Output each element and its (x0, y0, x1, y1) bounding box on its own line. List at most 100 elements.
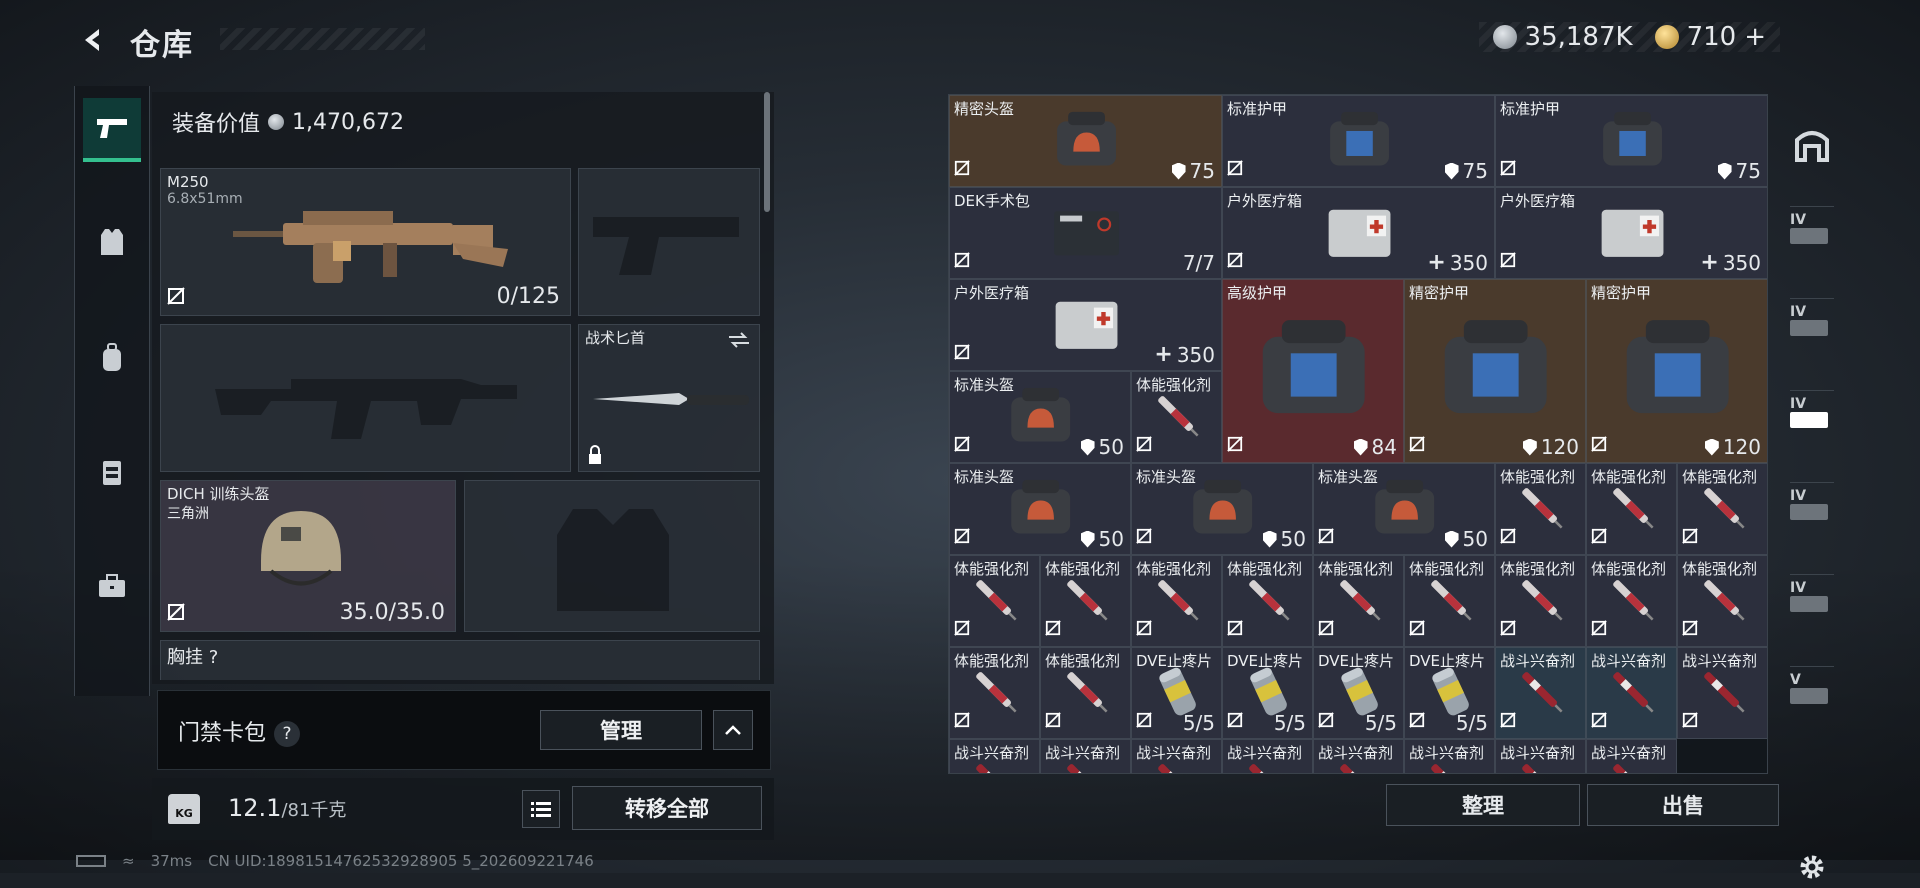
inventory-item[interactable]: 标准头盔 50 (949, 371, 1131, 463)
item-name: DVE止疼片 (1318, 652, 1395, 670)
title-decoration (220, 28, 425, 50)
item-value: 75 (1462, 159, 1488, 183)
pistol-slot[interactable] (578, 168, 760, 316)
inventory-item[interactable]: 战斗兴奋剂 (1040, 739, 1131, 773)
tab-weapons[interactable] (83, 98, 141, 162)
inventory-item[interactable]: 标准护甲 75 (1495, 95, 1767, 187)
inventory-item[interactable]: 体能强化剂 (1495, 555, 1586, 647)
no-insure-icon (1318, 620, 1334, 640)
inventory-item[interactable]: 精密头盔 75 (949, 95, 1222, 187)
melee-slot[interactable]: 战术匕首 (578, 324, 760, 472)
inventory-item[interactable]: 体能强化剂 (1677, 463, 1767, 555)
item-name: 战斗兴奋剂 (1500, 652, 1576, 670)
inventory-item[interactable]: DVE止疼片 5/5 (1404, 647, 1495, 739)
item-stat: 7/7 (1183, 251, 1215, 275)
chest-rig-icon (103, 461, 121, 485)
currency-gold[interactable]: 710 + (1654, 22, 1766, 52)
item-stat: 75 (1444, 159, 1488, 183)
tab-rig[interactable] (83, 440, 141, 504)
inventory-item[interactable]: 体能强化剂 (1131, 371, 1222, 463)
organize-button[interactable]: 整理 (1386, 784, 1580, 826)
inventory-item[interactable]: 体能强化剂 (1222, 555, 1313, 647)
inventory-item[interactable]: 体能强化剂 (1313, 555, 1404, 647)
helmet-slot[interactable]: DICH 训练头盔 三角洲 35.0/35.0 (160, 480, 456, 632)
stash-page-tab[interactable]: IV (1790, 206, 1834, 248)
inventory-item[interactable]: DVE止疼片 5/5 (1222, 647, 1313, 739)
item-value: 50 (1098, 435, 1124, 459)
inventory-item[interactable]: 体能强化剂 (1586, 463, 1677, 555)
item-name: 户外医疗箱 (1227, 192, 1303, 210)
stash-page-tab[interactable]: IV (1790, 390, 1834, 432)
transfer-all-button[interactable]: 转移全部 (572, 786, 762, 830)
swap-icon[interactable] (727, 331, 751, 349)
primary-weapon-slot[interactable]: M250 6.8x51mm 0/125 (160, 168, 571, 316)
inventory-item[interactable]: DVE止疼片 5/5 (1131, 647, 1222, 739)
tab-armor[interactable] (83, 210, 141, 274)
inventory-item[interactable]: 高级护甲 84 (1222, 279, 1404, 463)
item-value: 350 (1722, 250, 1761, 275)
stash-case-icon (1790, 227, 1828, 244)
shield-icon (1717, 162, 1732, 180)
inventory-item[interactable]: 战斗兴奋剂 (1222, 739, 1313, 773)
tab-case[interactable] (83, 554, 141, 618)
inventory-item[interactable]: 体能强化剂 (1040, 555, 1131, 647)
inventory-item[interactable]: DEK手术包 7/7 (949, 187, 1222, 279)
inventory-item[interactable]: 体能强化剂 (1677, 555, 1767, 647)
inventory-item[interactable]: DVE止疼片 5/5 (1313, 647, 1404, 739)
inventory-item[interactable]: 战斗兴奋剂 (1313, 739, 1404, 773)
inventory-item[interactable]: 体能强化剂 (949, 555, 1040, 647)
inventory-item[interactable]: 精密护甲 120 (1404, 279, 1586, 463)
armor-image (1627, 319, 1729, 413)
collapse-button[interactable] (713, 710, 753, 750)
stash-home-icon[interactable] (1790, 124, 1834, 166)
item-name: 体能强化剂 (1500, 468, 1576, 486)
manage-button[interactable]: 管理 (540, 710, 702, 750)
access-card-label: 门禁卡包 (178, 721, 267, 746)
item-value: 50 (1462, 527, 1488, 551)
settings-gear-icon[interactable] (1790, 846, 1834, 888)
inventory-item[interactable]: 标准护甲 75 (1222, 95, 1495, 187)
inventory-item[interactable]: 标准头盔 50 (949, 463, 1131, 555)
inventory-item[interactable]: 体能强化剂 (1495, 463, 1586, 555)
inventory-item[interactable]: 战斗兴奋剂 (949, 739, 1040, 773)
item-stat: 120 (1522, 435, 1579, 459)
inventory-item[interactable]: 体能强化剂 (1040, 647, 1131, 739)
inventory-item[interactable]: 战斗兴奋剂 (1677, 647, 1767, 739)
inventory-item[interactable]: 户外医疗箱 +350 (949, 279, 1222, 371)
tab-backpack[interactable] (83, 326, 141, 390)
secondary-weapon-slot[interactable] (160, 324, 571, 472)
help-icon[interactable]: ? (274, 721, 301, 747)
shield-icon (1704, 438, 1719, 456)
inventory-item[interactable]: 体能强化剂 (949, 647, 1040, 739)
inventory-item[interactable]: 标准头盔 50 (1131, 463, 1313, 555)
stash-page-tab[interactable]: IV (1790, 574, 1834, 616)
list-view-button[interactable] (522, 790, 560, 828)
inventory-item[interactable]: 标准头盔 50 (1313, 463, 1495, 555)
inventory-item[interactable]: 战斗兴奋剂 (1495, 647, 1586, 739)
stash-page-tab[interactable]: V (1790, 666, 1834, 708)
inventory-item[interactable]: 战斗兴奋剂 (1586, 739, 1677, 773)
gold-add-icon[interactable]: + (1744, 22, 1766, 52)
inventory-item[interactable]: 户外医疗箱 +350 (1495, 187, 1767, 279)
inventory-item[interactable]: 体能强化剂 (1404, 555, 1495, 647)
currency-silver[interactable]: 35,187K (1492, 22, 1633, 52)
sell-button[interactable]: 出售 (1587, 784, 1779, 826)
armor-image (1330, 112, 1389, 166)
item-value: 50 (1280, 527, 1306, 551)
inventory-item[interactable]: 战斗兴奋剂 (1495, 739, 1586, 773)
inventory-item[interactable]: 户外医疗箱 +350 (1222, 187, 1495, 279)
inventory-item[interactable]: 战斗兴奋剂 (1404, 739, 1495, 773)
stash-case-icon (1790, 319, 1828, 336)
back-button[interactable] (74, 22, 110, 58)
body-armor-slot[interactable] (464, 480, 760, 632)
inventory-item[interactable]: 精密护甲 120 (1586, 279, 1767, 463)
equipment-scrollbar[interactable] (764, 92, 770, 212)
stash-page-tab[interactable]: IV (1790, 298, 1834, 340)
stash-page-tab[interactable]: IV (1790, 482, 1834, 524)
inventory-item[interactable]: 体能强化剂 (1586, 555, 1677, 647)
inventory-item[interactable]: 战斗兴奋剂 (1131, 739, 1222, 773)
inventory-item[interactable]: 体能强化剂 (1131, 555, 1222, 647)
inventory-item[interactable]: 战斗兴奋剂 (1586, 647, 1677, 739)
chest-rig-slot[interactable]: 胸挂 ? (160, 640, 760, 680)
gold-amount: 710 (1686, 22, 1737, 52)
